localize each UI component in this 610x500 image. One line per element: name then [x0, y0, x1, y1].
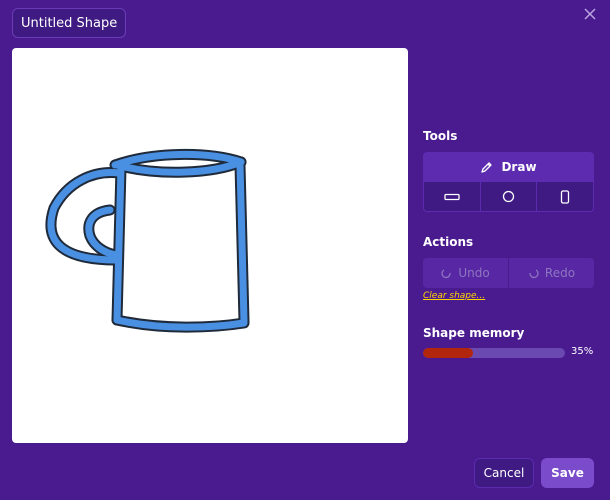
- circle-tool-button[interactable]: [481, 182, 538, 211]
- rectangle-tool-button[interactable]: [424, 182, 481, 211]
- undo-icon: [441, 268, 451, 278]
- shape-title[interactable]: Untitled Shape: [12, 8, 127, 38]
- shape-memory-label: Shape memory: [423, 326, 525, 340]
- rounded-rect-tool-button[interactable]: [537, 182, 593, 211]
- redo-icon: [529, 268, 539, 278]
- close-icon: [584, 8, 596, 20]
- rounded-rect-icon: [561, 189, 570, 204]
- redo-button[interactable]: Redo: [509, 258, 594, 288]
- shape-memory-percent: 35%: [571, 346, 594, 357]
- clear-shape-link[interactable]: Clear shape...: [423, 291, 485, 301]
- drawing-canvas[interactable]: [12, 48, 408, 443]
- tools-label: Tools: [423, 129, 458, 143]
- cancel-button[interactable]: Cancel: [474, 458, 534, 488]
- undo-button[interactable]: Undo: [423, 258, 509, 288]
- shape-memory-bar: [423, 348, 565, 358]
- undo-label: Undo: [458, 266, 490, 280]
- redo-label: Redo: [544, 266, 576, 280]
- save-button[interactable]: Save: [541, 458, 594, 488]
- pencil-icon: [481, 161, 493, 173]
- close-button[interactable]: [582, 6, 598, 22]
- circle-icon: [502, 190, 515, 203]
- actions-label: Actions: [423, 235, 474, 249]
- shape-memory-fill: [423, 348, 473, 358]
- draw-button-label: Draw: [501, 160, 537, 174]
- history-actions: Undo Redo: [423, 258, 594, 288]
- rectangle-icon: [444, 193, 460, 200]
- shape-tools: [423, 182, 594, 212]
- mug-drawing: [45, 149, 250, 333]
- draw-button[interactable]: Draw: [423, 152, 594, 182]
